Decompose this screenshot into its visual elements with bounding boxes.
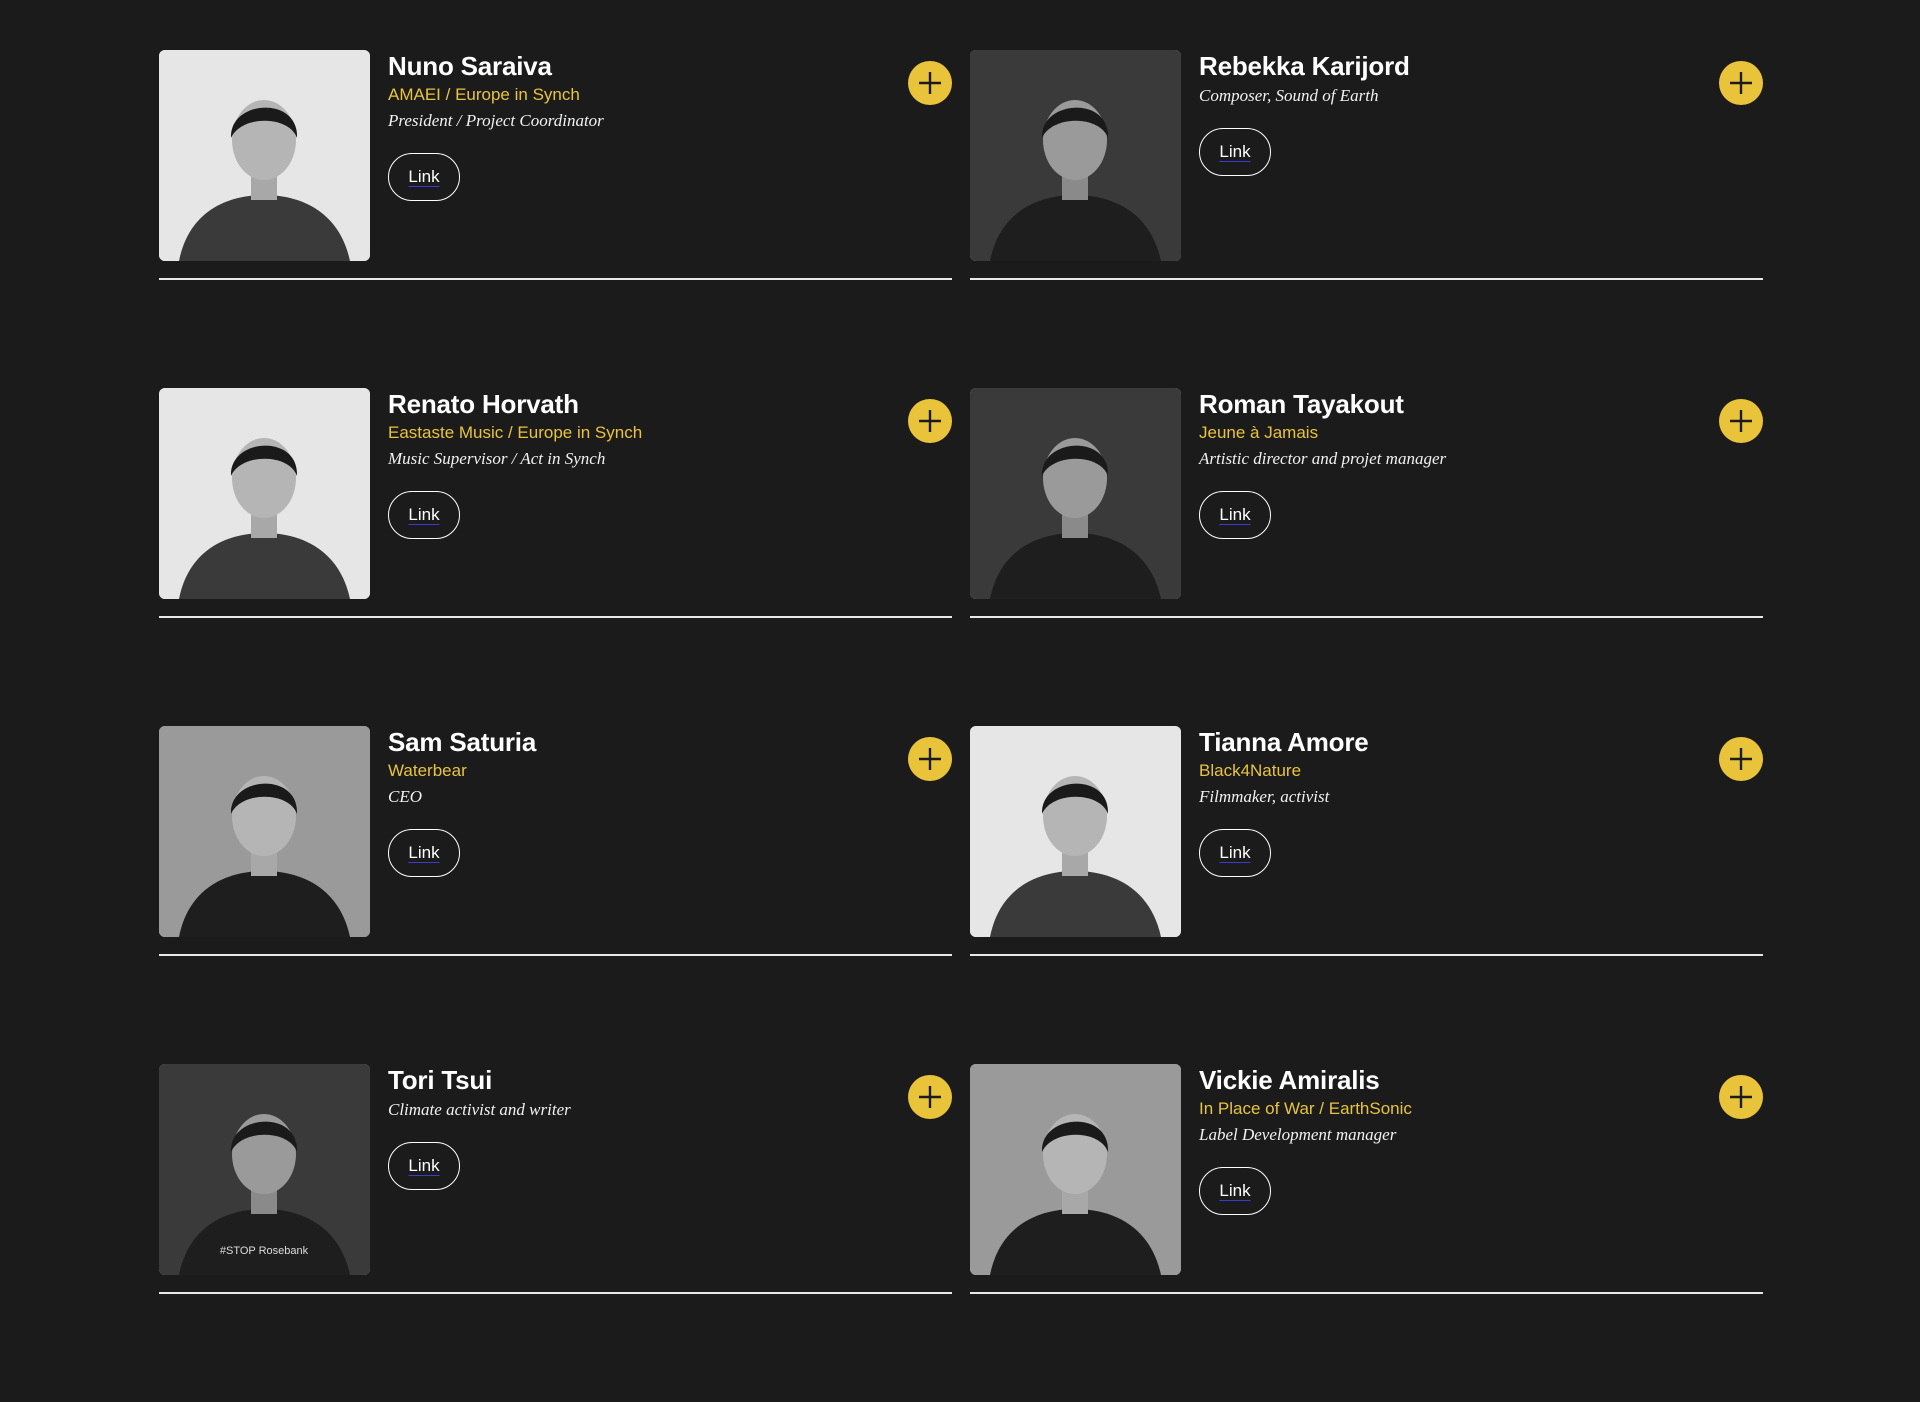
- person-info: Nuno Saraiva AMAEI / Europe in Synch Presi…: [388, 50, 868, 201]
- person-name: Rebekka Karijord: [1199, 51, 1410, 81]
- link-button[interactable]: Link: [388, 1142, 460, 1190]
- person-info: Tori Tsui Climate activist and writer Link: [388, 1064, 868, 1190]
- link-button-label: Link: [408, 1156, 440, 1175]
- person-name: Roman Tayakout: [1199, 389, 1404, 419]
- person-info: Renato Horvath Eastaste Music / Europe in…: [388, 388, 868, 539]
- person-info: Tianna Amore Black4Nature Filmmaker, activ…: [1199, 726, 1679, 877]
- svg-text:#STOP Rosebank: #STOP Rosebank: [220, 1245, 309, 1257]
- person-name: Vickie Amiralis: [1199, 1065, 1380, 1095]
- plus-icon[interactable]: [1719, 737, 1763, 781]
- card-divider: [970, 1292, 1763, 1294]
- plus-icon[interactable]: [908, 737, 952, 781]
- link-button[interactable]: Link: [388, 491, 460, 539]
- person-card-vickie-amiralis: Vickie Amiralis In Place of War / EarthSo…: [970, 1064, 1763, 1402]
- person-role: Climate activist and writer: [388, 1100, 571, 1119]
- person-photo: [970, 388, 1181, 599]
- person-role: Music Supervisor / Act in Synch: [388, 449, 606, 468]
- person-card-sam-saturia: Sam Saturia Waterbear CEO Link: [159, 726, 952, 1064]
- person-role: President / Project Coordinator: [388, 111, 604, 130]
- person-photo: #STOP Rosebank: [159, 1064, 370, 1275]
- person-photo: [159, 726, 370, 937]
- link-button[interactable]: Link: [388, 829, 460, 877]
- person-photo: [159, 50, 370, 261]
- link-button-label: Link: [1219, 142, 1251, 161]
- plus-icon[interactable]: [1719, 61, 1763, 105]
- plus-icon[interactable]: [908, 399, 952, 443]
- link-button-label: Link: [408, 843, 440, 862]
- link-button-label: Link: [408, 167, 440, 186]
- person-name: Renato Horvath: [388, 389, 579, 419]
- person-role: Artistic director and projet manager: [1199, 449, 1447, 468]
- link-button-label: Link: [408, 505, 440, 524]
- card-divider: [970, 616, 1763, 618]
- person-role: Composer, Sound of Earth: [1199, 86, 1379, 105]
- plus-icon[interactable]: [1719, 399, 1763, 443]
- person-card-nuno-saraiva: Nuno Saraiva AMAEI / Europe in Synch Presi…: [159, 50, 952, 388]
- link-button[interactable]: Link: [1199, 491, 1271, 539]
- link-button-label: Link: [1219, 505, 1251, 524]
- person-card-renato-horvath: Renato Horvath Eastaste Music / Europe in…: [159, 388, 952, 726]
- plus-icon[interactable]: [1719, 1075, 1763, 1119]
- person-photo: [970, 726, 1181, 937]
- link-button[interactable]: Link: [1199, 1167, 1271, 1215]
- person-info: Roman Tayakout Jeune à Jamais Artistic dir…: [1199, 388, 1679, 539]
- card-divider: [970, 278, 1763, 280]
- person-card-roman-tayakout: Roman Tayakout Jeune à Jamais Artistic dir…: [970, 388, 1763, 726]
- person-name: Sam Saturia: [388, 727, 537, 757]
- people-grid: Nuno Saraiva AMAEI / Europe in Synch Presi…: [159, 50, 1763, 1402]
- card-divider: [159, 616, 952, 618]
- person-organization: Eastaste Music / Europe in Synch: [388, 423, 643, 442]
- person-role: CEO: [388, 787, 422, 806]
- person-organization: Black4Nature: [1199, 761, 1302, 780]
- person-card-rebekka-karijord: Rebekka Karijord Composer, Sound of Earth…: [970, 50, 1763, 388]
- plus-icon[interactable]: [908, 61, 952, 105]
- person-role: Filmmaker, activist: [1199, 787, 1330, 806]
- person-organization: In Place of War / EarthSonic: [1199, 1099, 1412, 1118]
- person-name: Tianna Amore: [1199, 727, 1369, 757]
- card-divider: [159, 954, 952, 956]
- link-button[interactable]: Link: [388, 153, 460, 201]
- card-divider: [970, 954, 1763, 956]
- plus-icon[interactable]: [908, 1075, 952, 1119]
- person-info: Sam Saturia Waterbear CEO Link: [388, 726, 868, 877]
- person-role: Label Development manager: [1199, 1125, 1397, 1144]
- person-info: Vickie Amiralis In Place of War / EarthSo…: [1199, 1064, 1679, 1215]
- person-info: Rebekka Karijord Composer, Sound of Earth…: [1199, 50, 1679, 176]
- person-name: Tori Tsui: [388, 1065, 493, 1095]
- person-photo: [970, 1064, 1181, 1275]
- person-organization: Jeune à Jamais: [1199, 423, 1319, 442]
- person-organization: AMAEI / Europe in Synch: [388, 85, 580, 104]
- link-button[interactable]: Link: [1199, 829, 1271, 877]
- person-organization: Waterbear: [388, 761, 467, 780]
- person-card-tianna-amore: Tianna Amore Black4Nature Filmmaker, activ…: [970, 726, 1763, 1064]
- link-button[interactable]: Link: [1199, 128, 1271, 176]
- card-divider: [159, 1292, 952, 1294]
- link-button-label: Link: [1219, 843, 1251, 862]
- link-button-label: Link: [1219, 1181, 1251, 1200]
- person-photo: [159, 388, 370, 599]
- person-name: Nuno Saraiva: [388, 51, 552, 81]
- card-divider: [159, 278, 952, 280]
- person-card-tori-tsui: #STOP Rosebank Tori Tsui Climate activist …: [159, 1064, 952, 1402]
- person-photo: [970, 50, 1181, 261]
